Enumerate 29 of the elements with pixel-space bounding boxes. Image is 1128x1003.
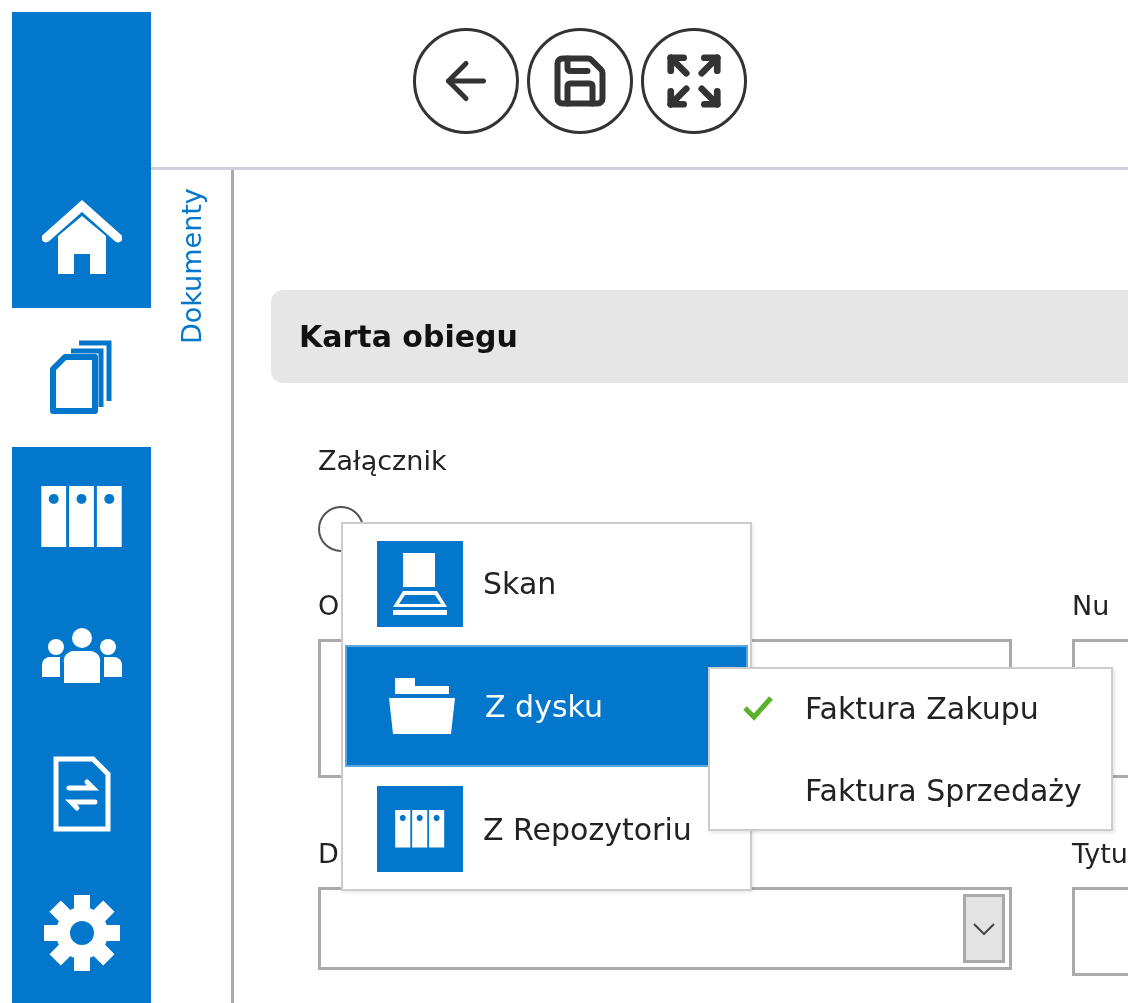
menu-item-label: Z dysku — [485, 689, 603, 724]
settings-icon — [42, 894, 121, 973]
chevron-down-icon — [973, 922, 995, 935]
menu-item-label: Z Repozytoriu — [483, 811, 692, 847]
document-sync-icon — [52, 756, 111, 833]
folder-icon — [389, 678, 455, 735]
binders-icon — [40, 485, 123, 548]
nav-item[interactable] — [12, 168, 151, 308]
menu-item[interactable]: Z dysku — [345, 645, 748, 768]
menu-item[interactable]: Skan — [345, 533, 748, 634]
documents-icon — [48, 339, 115, 416]
people-icon — [41, 627, 122, 684]
attachment-label: Załącznik — [318, 445, 448, 476]
submenu-item-label: Faktura Sprzedaży — [805, 772, 1082, 808]
submenu-item-label: Faktura Zakupu — [805, 690, 1039, 726]
field-label: D — [318, 838, 340, 869]
nav-item[interactable] — [12, 863, 151, 1003]
home-icon — [41, 200, 122, 277]
nav-item[interactable] — [12, 446, 151, 586]
scanner-icon — [391, 550, 449, 617]
menu-item-label: Skan — [483, 566, 557, 602]
date-combo-field[interactable] — [318, 887, 1012, 970]
field-label: Tytu — [1072, 838, 1128, 869]
side-tab[interactable]: Dokumenty — [175, 188, 207, 393]
field-label: O — [318, 590, 341, 621]
field-label: Nu — [1072, 590, 1111, 621]
binders-icon — [395, 810, 445, 848]
section-header: Karta obiegu — [271, 290, 1128, 383]
text-field[interactable] — [1072, 887, 1128, 976]
